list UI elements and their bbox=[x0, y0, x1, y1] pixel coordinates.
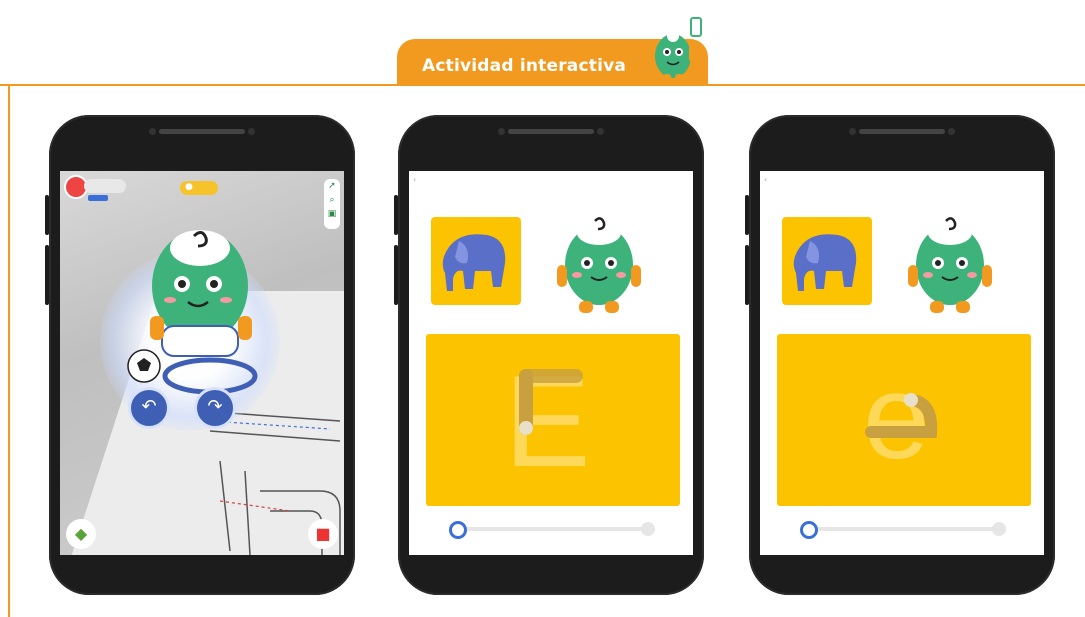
camera-icon: ■ bbox=[315, 524, 331, 543]
back-icon[interactable]: ‹ bbox=[413, 175, 416, 184]
elephant-thumbnail[interactable] bbox=[431, 217, 521, 305]
phone-speaker bbox=[159, 129, 245, 134]
elephant-icon bbox=[442, 234, 506, 291]
camera-button[interactable]: ■ bbox=[308, 519, 338, 549]
phone-camera-dot bbox=[498, 128, 505, 135]
phone-side-button bbox=[394, 245, 398, 305]
progress-track bbox=[457, 527, 645, 531]
mascot-with-phone-icon bbox=[655, 17, 702, 82]
trace-path bbox=[519, 369, 583, 435]
phone-side-button bbox=[45, 245, 49, 305]
phone-ar: ● ➚ ⌕ ▣ ↶ ↷ ◆ ■ bbox=[45, 115, 355, 595]
phone-camera-dot bbox=[597, 128, 604, 135]
phone-side-button bbox=[745, 245, 749, 305]
photo-icon[interactable]: ▣ bbox=[324, 207, 340, 221]
map-pin-icon[interactable]: ➚ bbox=[324, 179, 340, 193]
rotate-left-icon: ↶ bbox=[141, 396, 157, 417]
user-name-pill bbox=[84, 179, 126, 193]
progress-end bbox=[992, 522, 1006, 536]
phone-camera-dot bbox=[248, 128, 255, 135]
search-icon[interactable]: ⌕ bbox=[324, 193, 340, 207]
phone-side-button bbox=[45, 195, 49, 235]
cube-icon: ◆ bbox=[74, 524, 88, 543]
trace-cursor bbox=[519, 421, 533, 435]
progress-end bbox=[641, 522, 655, 536]
header-title: Actividad interactiva bbox=[422, 56, 627, 76]
ar-screen[interactable]: ● ➚ ⌕ ▣ ↶ ↷ ◆ ■ bbox=[60, 171, 344, 555]
user-level-tag bbox=[88, 195, 108, 201]
tracing-screen: ‹ e bbox=[760, 171, 1044, 555]
elephant-icon bbox=[793, 234, 857, 291]
trace-cursor bbox=[904, 393, 918, 407]
mascot-icon bbox=[557, 217, 641, 313]
phone-camera-dot bbox=[149, 128, 156, 135]
side-toolbar: ➚ ⌕ ▣ bbox=[324, 179, 340, 229]
phone-letter-uppercase: ‹ E bbox=[394, 115, 704, 595]
phone-speaker bbox=[508, 129, 594, 134]
progress-slider[interactable] bbox=[449, 521, 655, 539]
phone-letter-lowercase: ‹ e bbox=[745, 115, 1055, 595]
tracing-screen: ‹ E bbox=[409, 171, 693, 555]
rotate-right-button[interactable]: ↷ bbox=[194, 387, 236, 429]
phone-camera-dot bbox=[948, 128, 955, 135]
back-icon[interactable]: ‹ bbox=[764, 175, 767, 184]
frame-border-left bbox=[8, 84, 10, 617]
elephant-thumbnail[interactable] bbox=[782, 217, 872, 305]
mascot-icon bbox=[908, 217, 992, 313]
phone-side-button bbox=[745, 195, 749, 235]
letter-tracing-area[interactable]: e bbox=[777, 334, 1031, 506]
rotate-right-icon: ↷ bbox=[207, 396, 223, 417]
progress-thumb[interactable] bbox=[449, 521, 467, 539]
phone-speaker bbox=[859, 129, 945, 134]
trace-path bbox=[865, 393, 938, 438]
coin-icon: ● bbox=[185, 182, 193, 192]
coin-counter: ● bbox=[180, 181, 218, 195]
phone-side-button bbox=[394, 195, 398, 235]
progress-track bbox=[808, 527, 996, 531]
progress-thumb[interactable] bbox=[800, 521, 818, 539]
letter-tracing-area[interactable]: E bbox=[426, 334, 680, 506]
phone-camera-dot bbox=[849, 128, 856, 135]
progress-slider[interactable] bbox=[800, 521, 1006, 539]
mascot-soccer-icon[interactable] bbox=[110, 206, 280, 406]
cube-button[interactable]: ◆ bbox=[66, 519, 96, 549]
rotate-left-button[interactable]: ↶ bbox=[128, 387, 170, 429]
